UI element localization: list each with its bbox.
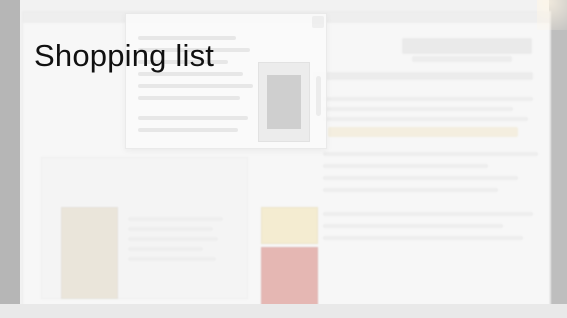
presentation-slide: Shopping list [0,0,567,318]
slide-title: Shopping list [34,38,215,73]
